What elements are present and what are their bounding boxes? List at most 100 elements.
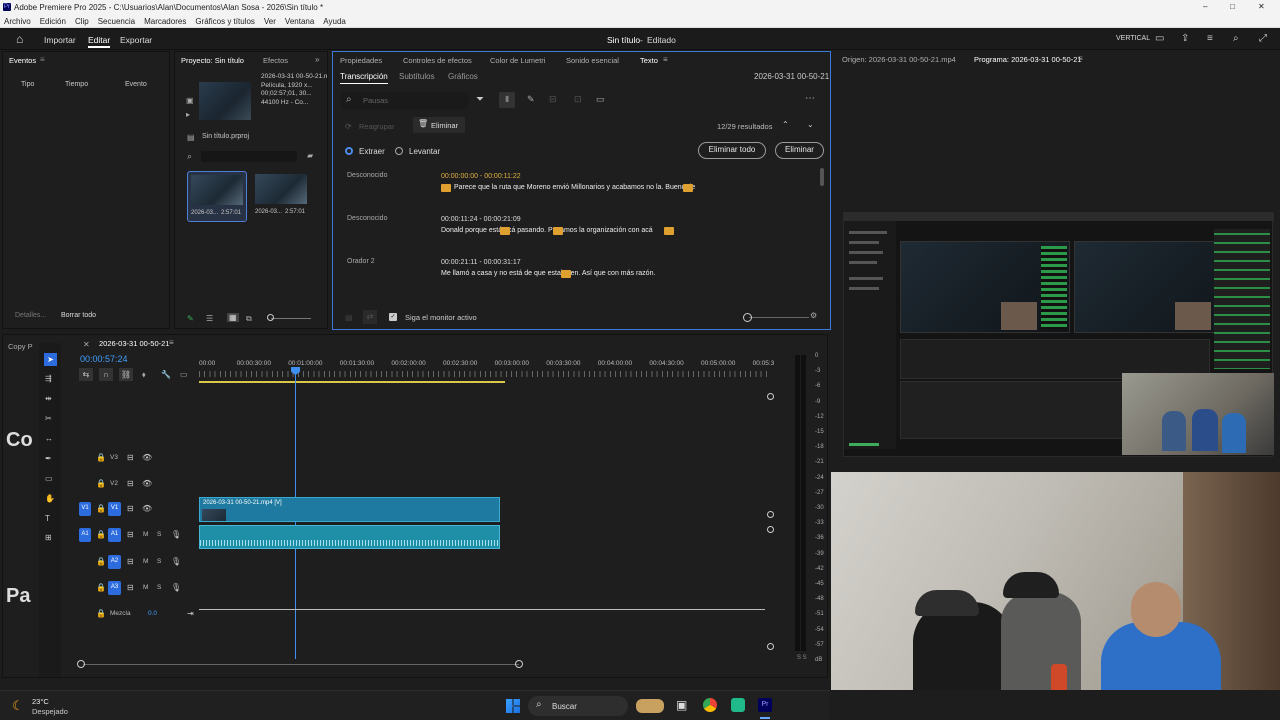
- timeline-timecode[interactable]: 00:00:57:24: [80, 354, 128, 364]
- wrench-icon[interactable]: 🔧: [161, 370, 171, 379]
- snap-icon[interactable]: ∩: [99, 368, 113, 381]
- search-icon[interactable]: ⌕: [187, 151, 192, 162]
- tab-color-lumetri[interactable]: Color de Lumetri: [490, 56, 545, 65]
- lock-icon[interactable]: 🔒: [96, 530, 106, 539]
- track-select-icon[interactable]: ⇶: [45, 374, 52, 383]
- settings-sliders-icon[interactable]: ⚙: [810, 311, 817, 320]
- ripple-edit-icon[interactable]: ⇹: [45, 394, 52, 403]
- add-marker-icon[interactable]: ⬧: [142, 370, 146, 380]
- segment-text[interactable]: Parece que la ruta que Moreno envió Mill…: [454, 184, 695, 191]
- delete-all-button[interactable]: Eliminar todo: [698, 142, 766, 159]
- eye-icon[interactable]: 👁: [142, 504, 152, 513]
- vertical-scroll-handle[interactable]: [767, 643, 774, 650]
- lock-icon[interactable]: 🔒: [96, 557, 106, 566]
- sync-lock-icon[interactable]: ⊟: [127, 504, 134, 513]
- home-icon[interactable]: ⌂: [16, 32, 23, 46]
- panel-menu-icon[interactable]: ≡: [169, 338, 174, 347]
- follow-monitor-checkbox[interactable]: ✓: [389, 313, 397, 321]
- type-tool-icon[interactable]: T: [45, 514, 50, 523]
- share-icon[interactable]: ⇪: [1181, 33, 1189, 44]
- project-search-input[interactable]: [201, 151, 297, 162]
- fullscreen-icon[interactable]: ⤢: [1259, 33, 1267, 44]
- layout-label[interactable]: VERTICAL: [1116, 35, 1150, 42]
- transcript-search-field[interactable]: ⌕ Pausas: [341, 92, 469, 109]
- solo-labels[interactable]: S S: [797, 655, 807, 661]
- audio-clip[interactable]: [199, 525, 500, 549]
- more-options-icon[interactable]: ⋯: [805, 93, 815, 104]
- app-icon[interactable]: [731, 698, 745, 712]
- weather-icon[interactable]: ☾: [12, 698, 24, 714]
- lock-icon[interactable]: 🔒: [96, 609, 106, 618]
- merge-icon[interactable]: ⊟: [549, 94, 557, 105]
- rectangle-icon[interactable]: ▭: [45, 474, 53, 483]
- tab-eventos[interactable]: Eventos: [9, 56, 36, 65]
- track-label-v1[interactable]: V1: [108, 502, 121, 516]
- extract-radio[interactable]: [345, 147, 353, 155]
- tab-program-monitor[interactable]: Programa: 2026-03-31 00-50-21: [974, 55, 1082, 64]
- pencil-icon[interactable]: ✎: [187, 314, 194, 323]
- edit-icon[interactable]: ✎: [527, 94, 535, 105]
- lock-icon[interactable]: 🔒: [96, 504, 106, 513]
- source-patch-v1[interactable]: V1: [79, 502, 91, 516]
- clear-all-button[interactable]: Borrar todo: [61, 312, 96, 319]
- timeline-ruler[interactable]: 00:00 00:00:30:00 00:01:00:00 00:01:30:00 00…: [199, 357, 774, 383]
- chrome-icon[interactable]: [703, 698, 717, 712]
- program-monitor-video[interactable]: [843, 212, 1274, 457]
- menu-ver[interactable]: Ver: [264, 17, 276, 26]
- menu-ayuda[interactable]: Ayuda: [323, 17, 346, 26]
- mic-icon[interactable]: 🎙: [171, 583, 181, 592]
- hand-icon[interactable]: ✋: [45, 494, 55, 503]
- mute-button[interactable]: M: [143, 531, 148, 538]
- menu-graficos[interactable]: Gráficos y títulos: [195, 17, 255, 26]
- zoom-slider-handle[interactable]: [267, 314, 274, 321]
- sync-lock-icon[interactable]: ⊟: [127, 453, 134, 462]
- premiere-taskbar-icon[interactable]: Pr: [758, 698, 772, 712]
- panel-menu-icon[interactable]: ≡: [40, 55, 45, 64]
- menu-archivo[interactable]: Archivo: [4, 17, 31, 26]
- selection-tool-icon[interactable]: ➤: [44, 353, 57, 366]
- minimize-button[interactable]: –: [1203, 2, 1207, 11]
- captions-toggle-icon[interactable]: ▭: [180, 370, 188, 379]
- mix-value[interactable]: 0.0: [148, 610, 157, 617]
- regroup-button[interactable]: Reagrupar: [359, 122, 394, 131]
- maximize-button[interactable]: □: [1230, 2, 1235, 11]
- weather-temp[interactable]: 23°C: [32, 697, 49, 706]
- tab-project[interactable]: Proyecto: Sin título: [181, 56, 244, 65]
- sync-lock-icon[interactable]: ⊟: [127, 479, 134, 488]
- menu-clip[interactable]: Clip: [75, 17, 89, 26]
- split-icon[interactable]: ⫴: [499, 92, 515, 108]
- caption-tool-icon[interactable]: ⊞: [45, 533, 52, 542]
- sync-lock-icon[interactable]: ⊟: [127, 557, 134, 566]
- close-icon[interactable]: ✕: [83, 340, 90, 349]
- tab-propiedades[interactable]: Propiedades: [340, 56, 382, 65]
- tab-texto[interactable]: Texto: [640, 56, 658, 65]
- lock-icon[interactable]: 🔒: [96, 453, 106, 462]
- clip-preview-thumbnail[interactable]: [199, 82, 251, 120]
- caption-icon[interactable]: ▭: [596, 94, 605, 105]
- details-button[interactable]: Detalles...: [15, 312, 46, 319]
- filter-icon[interactable]: ⏷: [476, 94, 484, 105]
- horizontal-scroll-end[interactable]: [515, 660, 523, 668]
- freeform-view-icon[interactable]: ⧉: [246, 314, 252, 324]
- solo-button[interactable]: S: [157, 584, 161, 591]
- horizontal-scroll-start[interactable]: [77, 660, 85, 668]
- workspace-exportar[interactable]: Exportar: [120, 35, 152, 45]
- tab-sequence[interactable]: 2026-03-31 00-50-21: [99, 339, 169, 348]
- new-bin-icon[interactable]: ▰: [307, 151, 313, 160]
- panel-menu-icon[interactable]: ≡: [1078, 54, 1083, 63]
- media-thumb-1[interactable]: 2026-03... 2:57:01: [187, 171, 247, 222]
- next-result-icon[interactable]: ⌄: [807, 120, 814, 129]
- panel-menu-icon[interactable]: ≡: [663, 55, 668, 64]
- lift-radio[interactable]: [395, 147, 403, 155]
- track-label-a2[interactable]: A2: [108, 555, 121, 569]
- text-size-slider[interactable]: [749, 317, 809, 318]
- tab-effects[interactable]: Efectos: [263, 56, 288, 65]
- horizontal-scrollbar[interactable]: [83, 664, 519, 665]
- vertical-scroll-handle[interactable]: [767, 526, 774, 533]
- tab-sonido-esencial[interactable]: Sonido esencial: [566, 56, 619, 65]
- subtab-transcripcion[interactable]: Transcripción: [340, 72, 388, 84]
- eye-icon[interactable]: 👁: [142, 453, 152, 462]
- subtab-graficos[interactable]: Gráficos: [448, 72, 478, 81]
- panel-overflow-icon[interactable]: »: [315, 55, 319, 64]
- video-clip[interactable]: 2026-03-31 00-50-21.mp4 [V]: [199, 497, 500, 522]
